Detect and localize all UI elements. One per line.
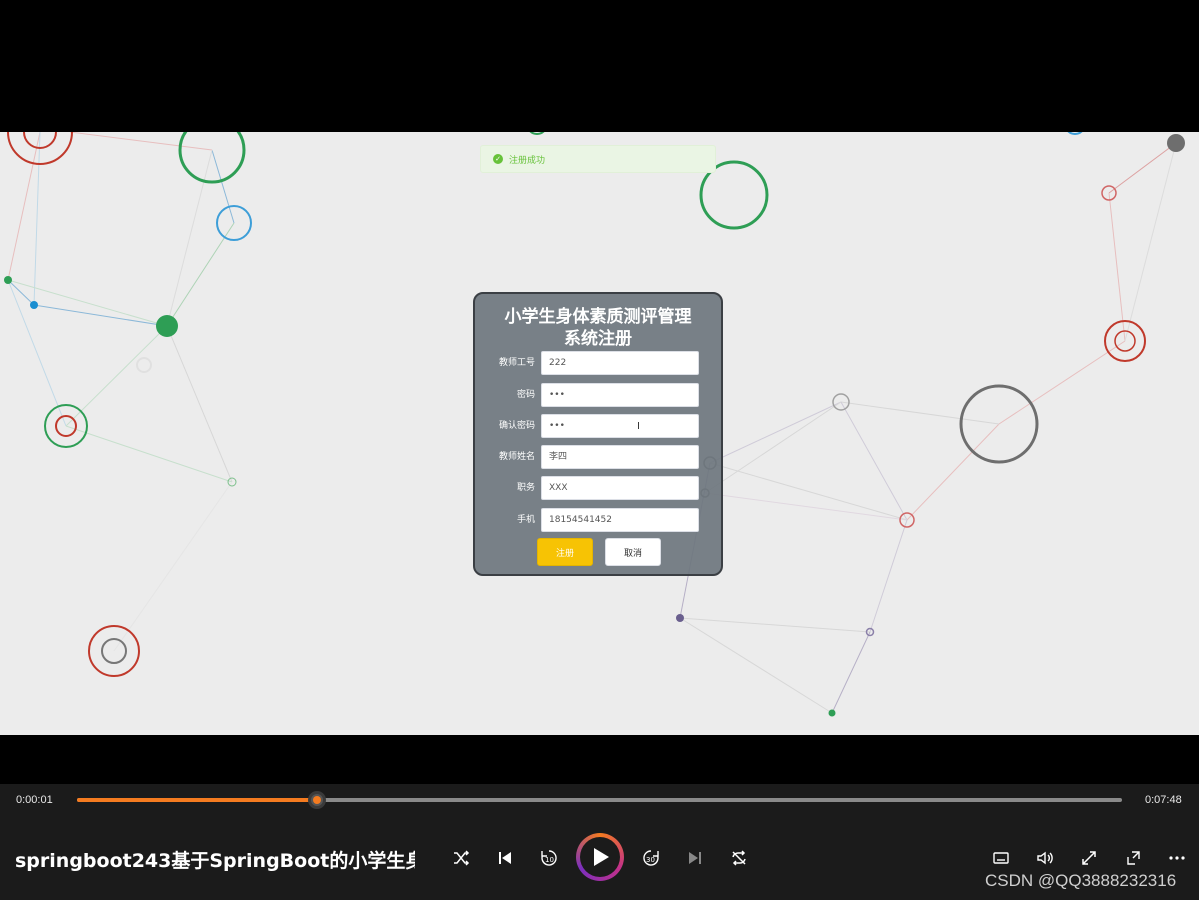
total-time: 0:07:48	[1145, 794, 1182, 806]
password-input[interactable]: •••	[541, 383, 699, 407]
seek-bar[interactable]	[77, 791, 1122, 809]
repeat-icon[interactable]	[727, 846, 751, 870]
confirm-password-input[interactable]: ••• I	[541, 414, 699, 438]
teacher-name-label: 教师姓名	[498, 452, 535, 462]
seek-thumb[interactable]	[308, 791, 327, 809]
field-row-teacher-name: 教师姓名 李四	[475, 445, 721, 469]
field-row-teacher-id: 教师工号 222	[475, 351, 721, 375]
shuffle-icon[interactable]	[449, 846, 473, 870]
subtitles-icon[interactable]	[989, 846, 1013, 870]
rewind-10-icon[interactable]: 10	[537, 846, 561, 870]
teacher-name-input[interactable]: 李四	[541, 445, 699, 469]
svg-text:10: 10	[545, 856, 554, 864]
play-button[interactable]	[576, 833, 624, 881]
teacher-id-input[interactable]: 222	[541, 351, 699, 375]
success-toast: ✓ 注册成功	[480, 145, 716, 173]
register-form: 小学生身体素质测评管理系统注册 教师工号 222 密码 ••• 确认密码 •••…	[473, 292, 723, 576]
skip-next-icon[interactable]	[683, 846, 707, 870]
media-controls: 0:00:01 0:07:48 springboot243基于SpringBoo…	[0, 784, 1199, 900]
check-circle-icon: ✓	[493, 154, 503, 164]
password-label: 密码	[516, 390, 535, 400]
mini-player-icon[interactable]	[1121, 846, 1145, 870]
field-row-phone: 手机 18154541452	[475, 508, 721, 532]
field-row-password: 密码 •••	[475, 383, 721, 407]
text-cursor-icon: I	[637, 421, 640, 432]
forward-30-icon[interactable]: 30	[639, 846, 663, 870]
fullscreen-icon[interactable]	[1077, 846, 1101, 870]
video-title: springboot243基于SpringBoot的小学生身...	[15, 850, 415, 872]
position-input[interactable]: XXX	[541, 476, 699, 500]
svg-text:30: 30	[646, 856, 655, 864]
phone-input[interactable]: 18154541452	[541, 508, 699, 532]
volume-icon[interactable]	[1033, 846, 1057, 870]
toast-message: 注册成功	[509, 155, 546, 166]
skip-previous-icon[interactable]	[493, 846, 517, 870]
more-icon[interactable]	[1165, 846, 1189, 870]
cancel-button[interactable]: 取消	[605, 538, 661, 566]
register-button[interactable]: 注册	[537, 538, 593, 566]
confirm-password-value: •••	[549, 421, 565, 431]
form-title: 小学生身体素质测评管理系统注册	[504, 307, 692, 349]
play-icon	[594, 848, 609, 866]
current-time: 0:00:01	[16, 794, 53, 806]
field-row-position: 职务 XXX	[475, 476, 721, 500]
position-label: 职务	[516, 483, 535, 493]
video-frame: ✓ 注册成功 小学生身体素质测评管理系统注册 教师工号 222 密码 ••• 确…	[0, 132, 1199, 735]
confirm-password-label: 确认密码	[498, 421, 535, 431]
seek-bar-progress	[77, 798, 318, 802]
phone-label: 手机	[516, 515, 535, 525]
field-row-confirm-password: 确认密码 ••• I	[475, 414, 721, 438]
csdn-watermark: CSDN @QQ3888232316	[985, 871, 1177, 890]
teacher-id-label: 教师工号	[498, 358, 535, 368]
